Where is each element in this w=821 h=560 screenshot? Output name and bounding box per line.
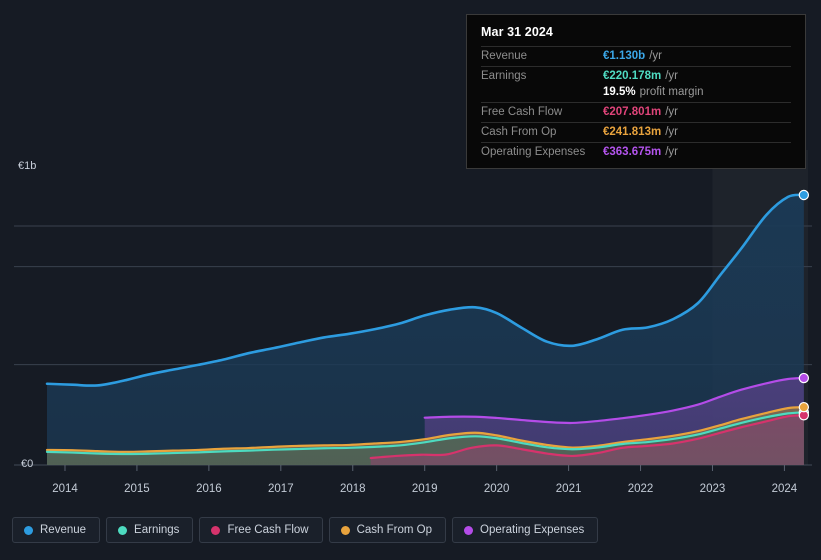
x-tick-label-2017: 2017 [268, 483, 294, 495]
x-tick-label-2020: 2020 [483, 483, 510, 495]
legend-item-label: Operating Expenses [480, 524, 585, 536]
x-tick-label-2015: 2015 [124, 483, 150, 495]
legend-item-label: Free Cash Flow [227, 524, 309, 536]
tooltip-row-value: €363.675m [603, 146, 662, 158]
tooltip-row: 19.5% profit margin [481, 86, 791, 102]
legend-item-free-cash-flow[interactable]: Free Cash Flow [199, 517, 323, 543]
x-tick-label-2014: 2014 [52, 483, 78, 495]
tooltip-row-label: Revenue [481, 50, 528, 62]
tooltip-row-suffix: profit margin [639, 86, 704, 98]
endpoint-marker-cash-from-op [798, 401, 810, 413]
x-tick-label-2021: 2021 [555, 483, 582, 495]
endpoint-marker-revenue [798, 189, 810, 201]
legend-item-earnings[interactable]: Earnings [106, 517, 194, 543]
legend-item-label: Earnings [134, 524, 180, 536]
tooltip-row: Earnings €220.178m/yr [481, 66, 791, 86]
y-axis-label-bottom: €0 [21, 458, 34, 470]
tooltip-row-suffix: /yr [665, 106, 678, 118]
legend-item-label: Cash From Op [356, 524, 433, 536]
tooltip-row-suffix: /yr [649, 50, 662, 62]
tooltip-row-value: €241.813m [603, 126, 662, 138]
legend-color-dot-icon [24, 525, 33, 535]
y-axis-label-top: €1b [18, 160, 37, 172]
legend-color-dot-icon [464, 525, 474, 535]
x-tick-label-2019: 2019 [411, 483, 438, 495]
legend-item-cash-from-op[interactable]: Cash From Op [328, 517, 447, 543]
tooltip-row-suffix: /yr [665, 126, 678, 138]
x-tick-label-2022: 2022 [627, 483, 654, 495]
chart-legend: Revenue Earnings Free Cash Flow Cash From O… [12, 517, 599, 543]
tooltip-row-label: Free Cash Flow [481, 106, 563, 118]
tooltip-row-value: 19.5% [603, 86, 636, 98]
legend-item-operating-expenses[interactable]: Operating Expenses [452, 517, 599, 543]
endpoint-marker-operating-expenses [798, 372, 810, 384]
tooltip-row: Revenue €1.130b/yr [481, 46, 791, 66]
tooltip-rows: Revenue €1.130b/yr Earnings €220.178m/yr 19.… [481, 46, 791, 162]
legend-item-revenue[interactable]: Revenue [12, 517, 101, 543]
tooltip-row-label: Earnings [481, 70, 527, 82]
tooltip-row-value: €1.130b [603, 50, 646, 62]
tooltip-row: Free Cash Flow €207.801m/yr [481, 102, 791, 122]
tooltip-row: Cash From Op €241.813m/yr [481, 122, 791, 142]
legend-color-dot-icon [118, 525, 128, 535]
x-tick-label-2023: 2023 [699, 483, 726, 495]
tooltip-row-label: Operating Expenses [481, 146, 586, 158]
tooltip-date: Mar 31 2024 [481, 25, 553, 39]
financial-chart: €1b €0 2014 2015 2016 2017 2018 2019 2020 2021 2… [0, 0, 821, 560]
tooltip-row: Operating Expenses €363.675m/yr [481, 142, 791, 162]
tooltip-row-suffix: /yr [665, 146, 678, 158]
x-tick-label-2018: 2018 [339, 483, 366, 495]
tooltip-row-value: €207.801m [603, 106, 662, 118]
tooltip-row-label: Cash From Op [481, 126, 557, 138]
legend-color-dot-icon [211, 525, 221, 535]
x-tick-label-2024: 2024 [771, 483, 798, 495]
x-tick-label-2016: 2016 [196, 483, 222, 495]
legend-color-dot-icon [340, 525, 350, 535]
tooltip-row-suffix: /yr [665, 70, 678, 82]
chart-tooltip: Mar 31 2024 Revenue €1.130b/yr Earnings €22… [466, 14, 806, 169]
legend-item-label: Revenue [40, 524, 87, 536]
tooltip-row-value: €220.178m [603, 70, 662, 82]
